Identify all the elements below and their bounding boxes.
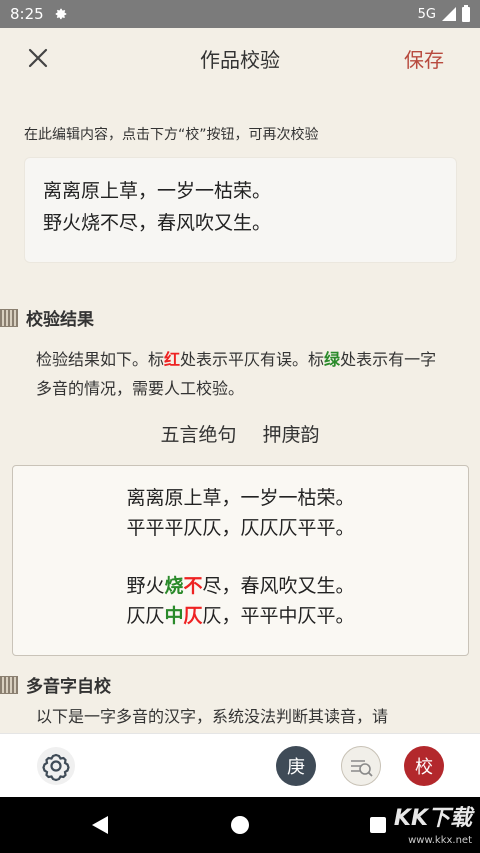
- char-run: 野火: [126, 575, 165, 597]
- watermark-text: KK下载: [393, 806, 472, 831]
- network-label: 5G: [417, 6, 436, 22]
- close-icon[interactable]: [26, 46, 50, 70]
- settings-icon[interactable]: [36, 746, 76, 786]
- lookup-button[interactable]: [341, 746, 381, 786]
- status-bar: 8:25 5G: [0, 0, 480, 28]
- polyphone-section-title: 多音字自校: [26, 677, 111, 697]
- recent-apps-icon[interactable]: [370, 817, 386, 833]
- tone-line: 平平平仄仄，仄仄仄平平。: [126, 517, 355, 539]
- watermark-url: www.kkx.net: [408, 835, 472, 846]
- char-run: 尽，春风吹又生。: [202, 575, 355, 597]
- poem-line: 野火烧不尽，春风吹又生。: [13, 571, 468, 601]
- bottom-toolbar: 庚 校: [0, 733, 480, 798]
- polyphone-char[interactable]: 烧: [164, 575, 183, 597]
- polyphone-section-header: 多音字自校: [0, 672, 111, 697]
- result-description: 检验结果如下。标红处表示平仄有误。标绿处表示有一字多音的情况，需要人工校验。: [36, 345, 446, 403]
- status-time: 8:25: [10, 5, 44, 23]
- tone-run: 仄，平平中仄平。: [202, 605, 355, 627]
- desc-text: 检验结果如下。标: [36, 350, 165, 369]
- error-tone: 仄: [183, 605, 203, 627]
- desc-text: 处表示平仄有误。标: [180, 350, 325, 369]
- section-marker-icon: [0, 308, 18, 327]
- polyphone-description: 以下是一字多音的汉字，系统没法判断其读音，请: [36, 707, 389, 726]
- error-char: 不: [183, 575, 203, 597]
- editor-hint: 在此编辑内容，点击下方“校”按钮，可再次校验: [24, 127, 319, 143]
- editor-line: 离离原上草，一岁一枯荣。: [43, 180, 272, 202]
- watermark-logo: KK下载 www.kkx.net: [394, 808, 472, 852]
- dictionary-search-icon: [351, 760, 373, 777]
- poem-meta: 五言绝句 押庚韵: [0, 420, 480, 447]
- poem-rhyme: 押庚韵: [262, 424, 320, 446]
- result-section-title: 校验结果: [26, 310, 94, 330]
- gear-icon: [55, 8, 66, 20]
- tone-line: 仄仄中仄仄，平平中仄平。: [13, 601, 468, 631]
- green-marker-text: 绿: [324, 350, 341, 369]
- page-title: 作品校验: [200, 47, 280, 72]
- red-marker-text: 红: [164, 350, 181, 369]
- tone-result-box: 离离原上草，一岁一枯荣。 平平平仄仄，仄仄仄平平。 野火烧不尽，春风吹又生。 仄…: [12, 465, 469, 656]
- home-icon[interactable]: [231, 816, 249, 834]
- save-button[interactable]: 保存: [404, 44, 444, 73]
- signal-icon: [442, 7, 456, 21]
- app-header: 作品校验 保存: [0, 28, 480, 88]
- back-icon[interactable]: [92, 816, 108, 834]
- poem-form: 五言绝句: [160, 424, 237, 446]
- poem-line: 离离原上草，一岁一枯荣。: [126, 487, 355, 509]
- verify-button[interactable]: 校: [404, 746, 444, 786]
- tone-run: 仄仄: [126, 605, 165, 627]
- section-marker-icon: [0, 675, 18, 694]
- rhyme-geng-button[interactable]: 庚: [276, 746, 316, 786]
- editor-line: 野火烧不尽，春风吹又生。: [43, 212, 272, 234]
- result-section-header: 校验结果: [0, 305, 94, 330]
- battery-icon: [462, 4, 470, 22]
- polyphone-tone: 中: [164, 605, 184, 627]
- status-indicators: 5G: [417, 4, 470, 22]
- poem-editor[interactable]: 离离原上草，一岁一枯荣。 野火烧不尽，春风吹又生。: [24, 157, 457, 263]
